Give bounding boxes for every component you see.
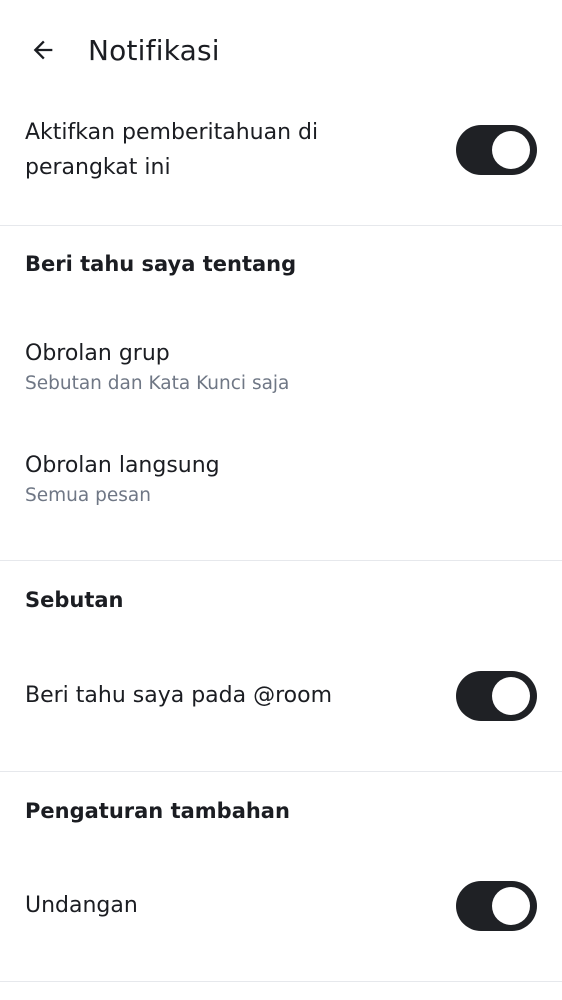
- enable-notifications-row[interactable]: Aktifkan pemberitahuan di perangkat ini: [0, 100, 562, 225]
- toggle-knob: [492, 677, 530, 715]
- group-chats-title: Obrolan grup: [25, 341, 170, 366]
- group-chats-row[interactable]: Obrolan grup Sebutan dan Kata Kunci saja: [0, 320, 562, 420]
- enable-notifications-label: Aktifkan pemberitahuan di perangkat ini: [25, 120, 319, 180]
- back-button[interactable]: [22, 30, 64, 70]
- group-chats-text: Obrolan grup Sebutan dan Kata Kunci saja: [25, 336, 289, 397]
- room-mention-row[interactable]: Beri tahu saya pada @room: [0, 650, 562, 745]
- section-header-notify-about: Beri tahu saya tentang: [25, 252, 297, 276]
- direct-chats-text: Obrolan langsung Semua pesan: [25, 448, 220, 509]
- group-chats-subtitle: Sebutan dan Kata Kunci saja: [25, 373, 290, 394]
- section-header-additional-settings: Pengaturan tambahan: [25, 799, 290, 823]
- invites-label: Undangan: [25, 893, 138, 918]
- room-mention-label: Beri tahu saya pada @room: [25, 683, 333, 708]
- page-title: Notifikasi: [88, 33, 220, 67]
- section-header-mentions: Sebutan: [25, 588, 124, 612]
- toggle-knob: [492, 131, 530, 169]
- top-app-bar: Notifikasi: [0, 0, 562, 100]
- toggle-knob: [492, 887, 530, 925]
- invites-toggle[interactable]: [456, 881, 537, 931]
- direct-chats-row[interactable]: Obrolan langsung Semua pesan: [0, 432, 562, 532]
- notifications-screen: Notifikasi Aktifkan pemberitahuan di per…: [0, 0, 562, 1000]
- direct-chats-title: Obrolan langsung: [25, 453, 220, 478]
- divider: [0, 981, 562, 982]
- direct-chats-subtitle: Semua pesan: [25, 485, 151, 506]
- invites-row[interactable]: Undangan: [0, 860, 562, 955]
- divider: [0, 560, 562, 561]
- divider: [0, 771, 562, 772]
- arrow-left-icon: [33, 40, 53, 60]
- divider: [0, 225, 562, 226]
- room-mention-toggle[interactable]: [456, 671, 537, 721]
- enable-notifications-toggle[interactable]: [456, 125, 537, 175]
